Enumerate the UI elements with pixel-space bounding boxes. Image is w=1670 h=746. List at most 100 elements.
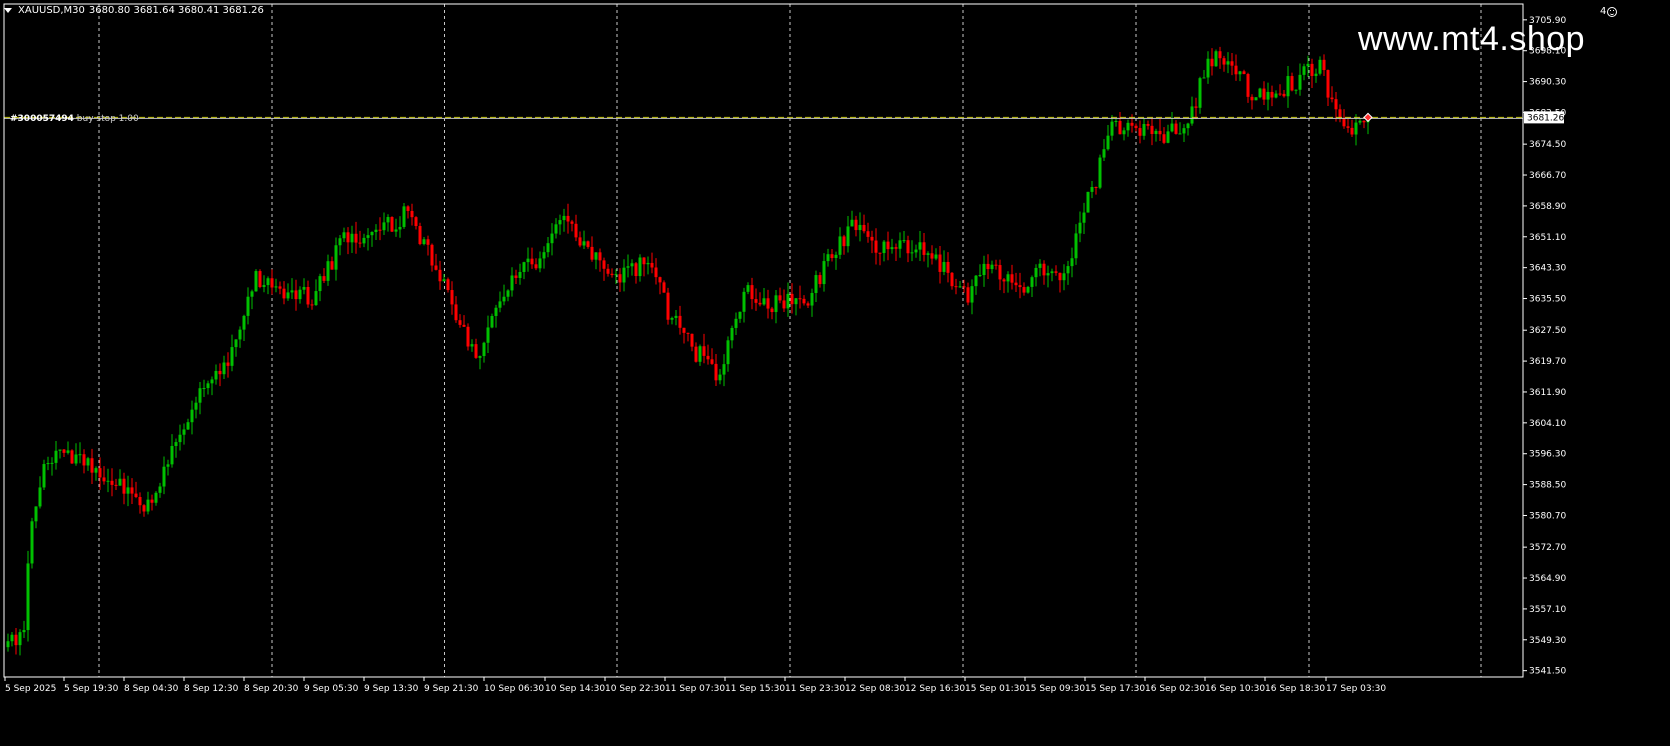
candle-body [458,320,462,325]
candle-body [498,301,502,308]
candle-body [542,252,546,259]
candle-body [946,261,950,273]
candle-body [1014,282,1018,286]
candle-body [350,233,354,243]
candle-body [678,315,682,328]
candle-body [906,240,910,254]
candle-body [734,318,738,328]
price-tick-label: 3580.70 [1529,511,1566,521]
candle-body [1010,274,1014,283]
candle-body [954,286,958,288]
order-line-label[interactable]: #300057494 buy stop 1.00 [10,114,139,124]
candle-body [1058,272,1062,281]
symbol-header[interactable]: XAUUSD,M30 3680.80 3681.64 3680.41 3681.… [4,5,264,16]
candle-body [698,346,702,362]
time-tick-label: 12 Sep 08:30 [845,684,905,694]
candle-body [210,379,214,384]
price-tick-label: 3627.50 [1529,326,1566,336]
candle-body [682,327,686,333]
candle-body [654,267,658,278]
candle-body [138,497,142,506]
candle-body [14,634,18,646]
candle-body [1282,93,1286,97]
candle-body [1286,76,1290,97]
candle-body [182,429,186,435]
candle-body [122,478,126,494]
candle-body [166,464,170,467]
candle-body [546,243,550,253]
candle-body [642,257,646,265]
candle-body [1214,51,1218,67]
candle-body [558,220,562,225]
candle-body [878,252,882,254]
candle-body [314,291,318,306]
time-tick-label: 8 Sep 12:30 [184,684,239,694]
candle-body [1102,149,1106,158]
candle-body [58,449,62,451]
candle-body [1138,128,1142,136]
candle-body [434,265,438,270]
candle-body [1134,125,1138,129]
candle-body [370,232,374,236]
candle-body [854,219,858,231]
candle-body [834,254,838,258]
candle-body [1278,93,1282,95]
candle-body [278,286,282,289]
dropdown-triangle-icon[interactable] [4,8,12,13]
candle-body [582,241,586,246]
candle-body [222,362,226,375]
candle-body [1246,74,1250,97]
candle-body [610,273,614,276]
candle-body [106,480,110,482]
candle-body [1266,91,1270,100]
time-tick-label: 11 Sep 07:30 [665,684,725,694]
candle-body [330,261,334,270]
price-tick-label: 3604.10 [1529,419,1566,429]
candle-body [526,258,530,263]
candle-body [986,263,990,270]
candle-body [6,641,10,648]
candle-body [1146,123,1150,126]
candle-body [1026,286,1030,293]
candle-body [1350,127,1354,135]
candle-body [1066,266,1070,274]
candle-body [670,317,674,320]
candle-body [306,287,310,305]
candle-body [914,249,918,253]
candle-body [38,487,42,507]
candle-body [1074,233,1078,259]
candle-body [850,219,854,227]
candle-body [70,450,74,464]
candle-body [718,374,722,381]
candle-body [202,388,206,390]
candle-body [366,235,370,238]
candle-body [806,303,810,306]
candle-body [494,307,498,316]
candle-body [950,272,954,287]
candle-body [762,298,766,305]
candle-body [286,292,290,299]
candle-body [1062,273,1066,281]
candle-body [766,298,770,309]
candle-body [130,487,134,494]
candle-body [1250,96,1254,101]
candle-body [454,304,458,321]
candle-body [486,327,490,343]
price-chart[interactable]: 3705.903698.103690.303682.503674.503666.… [0,0,1670,746]
candle-body [290,290,294,293]
candle-body [730,327,734,341]
candle-body [110,480,114,485]
candle-body [102,477,106,482]
candle-body [910,252,914,254]
candle-body [938,254,942,272]
candle-body [1294,89,1298,91]
candle-body [778,295,782,301]
candle-body [1322,59,1326,71]
candle-body [674,315,678,318]
price-tick-label: 3651.10 [1529,233,1566,243]
candle-body [1274,93,1278,98]
candle-body [402,206,406,227]
candle-body [590,246,594,260]
expert-advisor-indicator[interactable]: 4 [1600,6,1618,17]
candle-body [226,362,230,366]
